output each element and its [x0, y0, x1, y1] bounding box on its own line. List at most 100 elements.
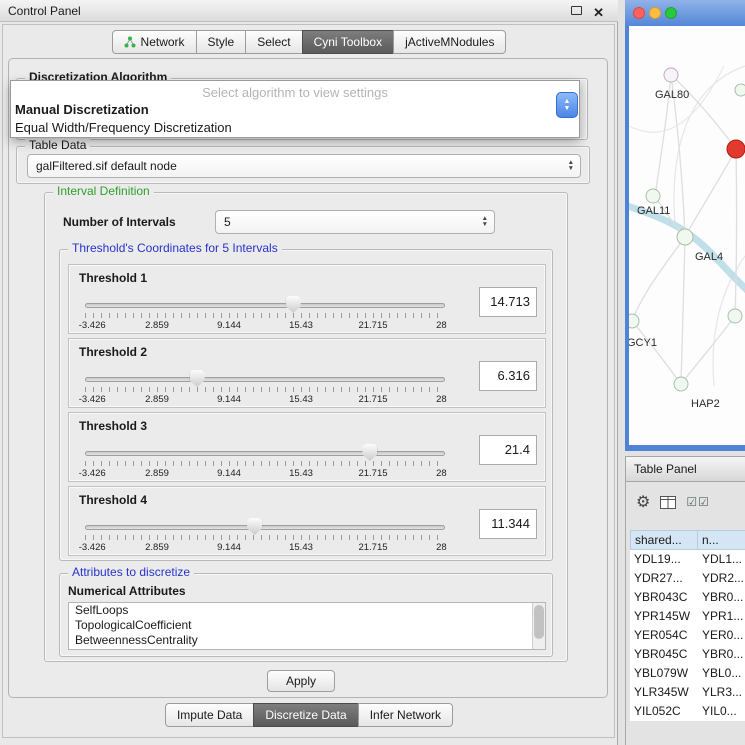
node-label: HAP2 [691, 398, 720, 410]
group-title: Attributes to discretize [68, 565, 194, 579]
network-node[interactable] [664, 68, 678, 82]
tab-label: Cyni Toolbox [314, 31, 382, 53]
algorithm-combo-stepper-icon[interactable]: ▲▼ [556, 92, 578, 118]
control-panel-window: Control Panel ✕ Network Style Select Cyn… [0, 0, 618, 745]
algorithm-option[interactable]: Manual Discretization [11, 100, 579, 118]
bottom-tab-bar: Impute Data Discretize Data Infer Networ… [0, 703, 618, 727]
slider-ticks [85, 313, 445, 318]
float-window-icon[interactable] [571, 6, 582, 15]
close-icon[interactable]: ✕ [593, 2, 604, 24]
slider-thumb[interactable] [362, 444, 377, 461]
tab-infer-network[interactable]: Infer Network [358, 703, 453, 727]
column-header[interactable]: shared... [630, 530, 698, 550]
threshold-label: Threshold 1 [79, 271, 147, 285]
list-item[interactable]: TopologicalCoefficient [69, 618, 545, 633]
threshold-label: Threshold 4 [79, 493, 147, 507]
group-title: Interval Definition [53, 184, 154, 198]
network-node-selected[interactable] [727, 140, 745, 158]
num-intervals-label: Number of Intervals [63, 215, 176, 229]
list-scrollbar[interactable] [532, 603, 545, 649]
table-panel-body: ⚙ ☑☑ shared... n... YDL19...YDL1... YDR2… [625, 482, 745, 745]
network-node[interactable] [735, 84, 745, 96]
threshold-4-panel: Threshold 4 -3.4262.859 9.14415.43 21.71… [68, 486, 546, 556]
attributes-list: SelfLoops TopologicalCoefficient Between… [68, 602, 546, 650]
tab-network[interactable]: Network [112, 30, 197, 54]
slider-ticks [85, 461, 445, 466]
apply-button[interactable]: Apply [267, 670, 335, 692]
checkbox-icon[interactable]: ☑☑ [686, 495, 710, 509]
columns-icon[interactable] [660, 496, 676, 509]
table-row[interactable]: YBR043CYBR0... [630, 588, 745, 607]
threshold-value-field[interactable]: 14.713 [479, 287, 537, 317]
combo-value: 5 [224, 215, 231, 229]
node-label: GAL80 [655, 89, 689, 101]
traffic-light-zoom-icon[interactable] [665, 7, 677, 19]
table-data-combo[interactable]: galFiltered.sif default node ▲▼ [27, 154, 581, 178]
control-panel-titlebar: Control Panel ✕ [0, 0, 618, 22]
tab-label: Select [257, 31, 290, 53]
threshold-1-panel: Threshold 1 -3.4262.859 9.14415.43 21.71… [68, 264, 546, 334]
tab-discretize-data[interactable]: Discretize Data [253, 703, 358, 727]
network-node[interactable] [629, 314, 639, 328]
tab-label: jActiveMNodules [405, 31, 494, 53]
num-intervals-combo[interactable]: 5 ▲▼ [215, 210, 495, 234]
network-node[interactable] [677, 229, 693, 245]
threshold-3-slider[interactable]: -3.4262.859 9.14415.43 21.71528 [85, 447, 445, 481]
attributes-group: Attributes to discretize Numerical Attri… [59, 573, 553, 657]
combo-value: galFiltered.sif default node [36, 159, 177, 173]
threshold-value-field[interactable]: 6.316 [479, 361, 537, 391]
table-row[interactable]: YER054CYER0... [630, 626, 745, 645]
tab-label: Discretize Data [265, 704, 346, 726]
table-row[interactable]: YIL052CYIL0... [630, 702, 745, 721]
threshold-4-slider[interactable]: -3.4262.859 9.14415.43 21.71528 [85, 521, 445, 555]
network-node[interactable] [646, 189, 660, 203]
tab-select[interactable]: Select [245, 30, 302, 54]
traffic-light-close-icon[interactable] [633, 7, 645, 19]
threshold-1-slider[interactable]: -3.4262.859 9.14415.43 21.71528 [85, 299, 445, 333]
node-label: GAL11 [637, 205, 670, 217]
slider-track[interactable] [85, 525, 445, 530]
network-window-titlebar [625, 0, 745, 26]
table-panel-header: Table Panel [625, 456, 745, 482]
slider-track[interactable] [85, 377, 445, 382]
algorithm-option[interactable]: Equal Width/Frequency Discretization [11, 118, 579, 136]
thick-edge[interactable] [629, 204, 745, 294]
slider-tick-labels: -3.4262.859 9.14415.43 21.71528 [85, 542, 445, 554]
slider-track[interactable] [85, 303, 445, 308]
traffic-light-minimize-icon[interactable] [649, 7, 661, 19]
tab-jactivemnodules[interactable]: jActiveMNodules [393, 30, 506, 54]
slider-tick-labels: -3.4262.859 9.14415.43 21.71528 [85, 394, 445, 406]
threshold-label: Threshold 3 [79, 419, 147, 433]
column-header[interactable]: n... [698, 530, 745, 550]
threshold-value-field[interactable]: 11.344 [479, 509, 537, 539]
slider-track[interactable] [85, 451, 445, 456]
table-row[interactable]: YDL19...YDL1... [630, 550, 745, 569]
network-node[interactable] [728, 309, 742, 323]
slider-thumb[interactable] [247, 518, 262, 535]
table-row[interactable]: YLR345WYLR3... [630, 683, 745, 702]
slider-thumb[interactable] [190, 370, 205, 387]
list-item[interactable]: BetweennessCentrality [69, 633, 545, 648]
group-title: Threshold's Coordinates for 5 Intervals [68, 241, 282, 255]
threshold-2-slider[interactable]: -3.4262.859 9.14415.43 21.71528 [85, 373, 445, 407]
slider-thumb[interactable] [286, 296, 301, 313]
node-label: GCY1 [629, 337, 657, 349]
table-row[interactable]: YBL079WYBL0... [630, 664, 745, 683]
tab-style[interactable]: Style [196, 30, 247, 54]
tab-cyni-toolbox[interactable]: Cyni Toolbox [302, 30, 394, 54]
network-node[interactable] [674, 377, 688, 391]
table-row[interactable]: YBR045CYBR0... [630, 645, 745, 664]
network-view-window: GAL80 GAL11 GAL4 GCY1 HAP2 [625, 0, 745, 451]
threshold-value-field[interactable]: 21.4 [479, 435, 537, 465]
tab-impute-data[interactable]: Impute Data [165, 703, 254, 727]
table-panel-toolbar: ⚙ ☑☑ [636, 490, 710, 514]
tab-label: Infer Network [370, 704, 441, 726]
list-item[interactable]: SelfLoops [69, 603, 545, 618]
network-canvas[interactable]: GAL80 GAL11 GAL4 GCY1 HAP2 [629, 26, 745, 445]
threshold-3-panel: Threshold 3 -3.4262.859 9.14415.43 21.71… [68, 412, 546, 482]
network-graph: GAL80 GAL11 GAL4 GCY1 HAP2 [629, 26, 745, 445]
gear-icon[interactable]: ⚙ [636, 492, 650, 512]
table-row[interactable]: YPR145WYPR1... [630, 607, 745, 626]
slider-ticks [85, 387, 445, 392]
table-row[interactable]: YDR27...YDR2... [630, 569, 745, 588]
